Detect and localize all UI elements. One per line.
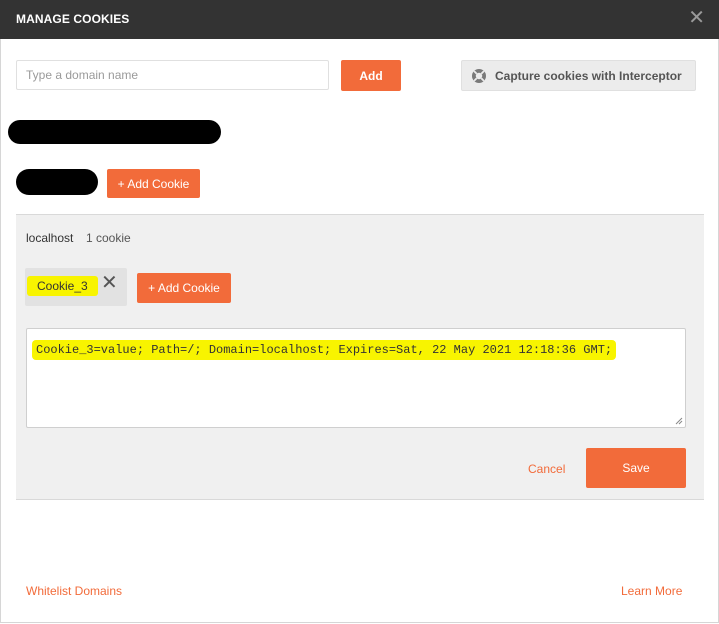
add-cookie-button-top[interactable]: + Add Cookie — [107, 169, 200, 198]
whitelist-domains-link[interactable]: Whitelist Domains — [26, 584, 122, 598]
learn-more-link[interactable]: Learn More — [621, 584, 682, 598]
dialog-titlebar: MANAGE COOKIES ✕ — [0, 0, 719, 39]
cookie-chip-label[interactable]: Cookie_3 — [27, 276, 98, 296]
panel-cookie-count: 1 cookie — [86, 231, 131, 245]
lifebuoy-icon — [472, 68, 486, 83]
capture-interceptor-button[interactable]: Capture cookies with Interceptor — [461, 60, 696, 91]
remove-cookie-icon[interactable]: ✕ — [101, 273, 119, 293]
resize-grip-icon[interactable] — [675, 417, 683, 425]
save-button[interactable]: Save — [586, 448, 686, 488]
cookie-chip[interactable]: Cookie_3 ✕ — [25, 268, 127, 306]
capture-interceptor-label: Capture cookies with Interceptor — [495, 68, 682, 83]
cookie-value-text: Cookie_3=value; Path=/; Domain=localhost… — [32, 340, 617, 360]
cancel-button[interactable]: Cancel — [528, 462, 565, 476]
add-cookie-button[interactable]: + Add Cookie — [137, 273, 231, 303]
panel-domain-name: localhost — [26, 231, 74, 245]
cookie-editor-textarea[interactable]: Cookie_3=value; Path=/; Domain=localhost… — [26, 328, 686, 428]
localhost-cookie-panel: localhost 1 cookie Cookie_3 ✕ + Add Cook… — [16, 214, 704, 500]
add-domain-button[interactable]: Add — [341, 60, 401, 91]
domain-input[interactable] — [16, 60, 329, 90]
redacted-cookie-chip — [16, 169, 98, 195]
redacted-domain-heading — [8, 120, 221, 144]
dialog-title: MANAGE COOKIES — [16, 12, 130, 26]
close-icon[interactable]: ✕ — [688, 8, 705, 28]
